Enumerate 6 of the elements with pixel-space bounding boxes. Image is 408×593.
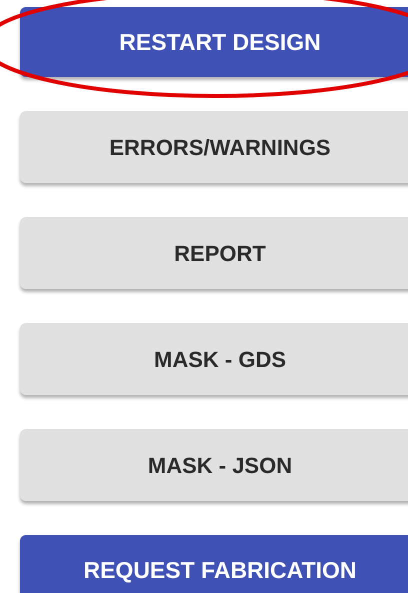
primary-button[interactable]: RESTART DESIGN xyxy=(20,7,408,77)
secondary-button[interactable]: REPORT xyxy=(20,217,408,289)
secondary-button[interactable]: MASK - GDS xyxy=(20,323,408,395)
secondary-button[interactable]: ERRORS/WARNINGS xyxy=(20,111,408,183)
secondary-button[interactable]: MASK - JSON xyxy=(20,429,408,501)
primary-button[interactable]: REQUEST FABRICATION xyxy=(20,535,408,593)
